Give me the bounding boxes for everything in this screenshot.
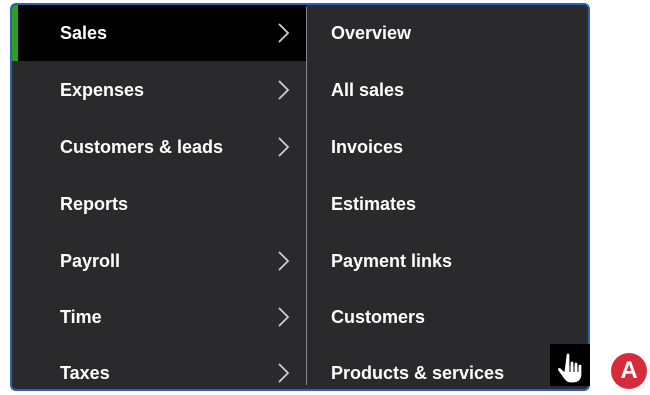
nav-item-label: Reports	[60, 193, 129, 214]
nav-item-payroll[interactable]: Payroll	[12, 233, 306, 289]
callout-marker: A	[611, 353, 647, 389]
nav-item-label: Taxes	[60, 362, 110, 383]
nav-item-time[interactable]: Time	[12, 289, 306, 345]
submenu-item-customers[interactable]: Customers	[307, 289, 588, 345]
submenu-item-all-sales[interactable]: All sales	[307, 62, 588, 118]
main-nav: Sales Expenses Customers & leads Reports…	[12, 5, 306, 389]
submenu-item-label: Estimates	[331, 193, 417, 214]
submenu-item-estimates[interactable]: Estimates	[307, 176, 588, 232]
submenu-item-label: Customers	[331, 306, 426, 327]
submenu-item-label: All sales	[331, 79, 405, 100]
submenu-item-payment-links[interactable]: Payment links	[307, 233, 588, 289]
submenu-item-label: Overview	[331, 22, 412, 43]
nav-item-sales[interactable]: Sales	[12, 5, 306, 61]
sales-submenu: Overview All sales Invoices Estimates Pa…	[307, 5, 588, 389]
nav-item-label: Expenses	[60, 79, 145, 100]
nav-item-label: Sales	[60, 22, 108, 43]
nav-item-reports[interactable]: Reports	[12, 176, 306, 232]
nav-item-expenses[interactable]: Expenses	[12, 62, 306, 118]
submenu-item-overview[interactable]: Overview	[307, 5, 588, 61]
chevron-right-icon	[274, 22, 294, 44]
chevron-right-icon	[274, 362, 294, 384]
nav-item-label: Payroll	[60, 250, 121, 271]
chevron-right-icon	[274, 306, 294, 328]
submenu-item-invoices[interactable]: Invoices	[307, 119, 588, 175]
chevron-right-icon	[274, 250, 294, 272]
navigation-menu: Sales Expenses Customers & leads Reports…	[10, 3, 590, 391]
callout-label: A	[620, 357, 638, 384]
nav-item-label: Customers & leads	[60, 136, 224, 157]
nav-item-label: Time	[60, 306, 102, 327]
hand-pointer-icon	[558, 352, 583, 384]
submenu-item-label: Payment links	[331, 250, 453, 271]
nav-item-taxes[interactable]: Taxes	[12, 345, 306, 389]
submenu-item-products-services[interactable]: Products & services	[307, 345, 588, 389]
active-indicator	[12, 5, 18, 61]
submenu-item-label: Invoices	[331, 136, 404, 157]
nav-item-customers-leads[interactable]: Customers & leads	[12, 119, 306, 175]
submenu-item-label: Products & services	[331, 362, 505, 383]
chevron-right-icon	[274, 79, 294, 101]
chevron-right-icon	[274, 136, 294, 158]
